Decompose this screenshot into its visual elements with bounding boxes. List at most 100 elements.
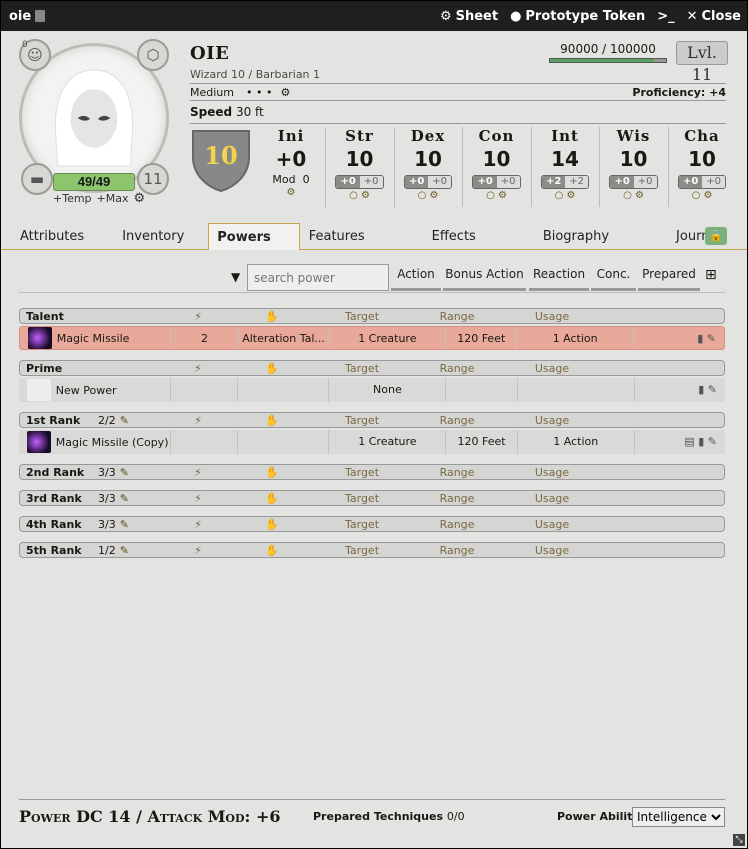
power-group-header: 5th Rank 1/2 ✎ ⚡ ✋ Target Range Usage [19,542,725,558]
gear-icon[interactable]: ⚙ [257,187,325,198]
power-row[interactable]: Magic Missile 2 Alteration Tal... 1 Creatur… [19,326,725,350]
pencil-icon[interactable]: ✎ [120,518,129,531]
save-proficiency-icon[interactable]: ○ [623,190,635,201]
tab-attributes[interactable]: Attributes [1,223,103,250]
temp-max-controls: +Temp +Max ⚙ [53,191,145,206]
tab-inventory[interactable]: Inventory [103,223,208,250]
bookmark-icon[interactable]: ▮ [698,435,708,448]
power-ability-select[interactable]: Intelligence [632,806,725,827]
character-name[interactable]: OIE [190,43,229,64]
bookmark-icon[interactable]: ▮ [697,332,707,345]
max-hp-button[interactable]: +Max [97,192,129,205]
pencil-icon[interactable]: ✎ [120,414,129,427]
close-button[interactable]: ✕ Close [687,9,741,24]
ability-save[interactable]: +0 [496,176,520,188]
tab-biography[interactable]: Biography [524,223,657,250]
ability-mod[interactable]: +0 [678,176,703,188]
dice-button[interactable]: ⬡ [137,39,169,71]
title-bar[interactable]: oie ⚙ Sheet ● Prototype Token >_ ✕ Close [1,1,747,31]
power-name[interactable]: Magic Missile [52,332,171,345]
pencil-icon[interactable]: ✎ [120,544,129,557]
power-row[interactable]: Magic Missile (Copy) 1 Creature 120 Feet 1 … [19,430,725,454]
group-uses[interactable]: 3/3 ✎ [98,466,138,479]
filter-conc-[interactable]: Conc. [591,265,636,291]
ability-mod[interactable]: +0 [610,176,634,188]
power-name[interactable]: Magic Missile (Copy) [51,436,170,449]
ability-save[interactable]: +0 [633,176,657,188]
rest-button[interactable]: ▬ [21,163,53,195]
gear-icon[interactable]: ⚙ [361,190,370,201]
save-proficiency-icon[interactable]: ○ [692,190,704,201]
ability-int[interactable]: Int 14 +2 +2 ○ ⚙ [530,127,599,207]
tab-effects[interactable]: Effects [413,223,524,250]
filter-bonus-action[interactable]: Bonus Action [443,265,526,291]
ability-mod[interactable]: +0 [336,176,360,188]
ability-cha[interactable]: Cha 10 +0 +0 ○ ⚙ [667,127,736,207]
pencil-icon[interactable]: ✎ [120,466,129,479]
armor-class[interactable]: 10 [191,127,251,193]
gear-icon[interactable]: ⚙ [566,190,575,201]
group-uses[interactable]: 1/2 ✎ [98,544,138,557]
power-school [237,430,328,454]
ability-con[interactable]: Con 10 +0 +0 ○ ⚙ [462,127,530,207]
gear-icon[interactable]: ⚙ [280,86,290,99]
temp-hp-button[interactable]: +Temp [53,192,92,205]
book-icon[interactable]: ▤ [684,435,698,448]
column-range: Range [439,413,475,427]
ability-mod[interactable]: +0 [473,176,497,188]
pencil-icon[interactable]: ✎ [120,492,129,505]
save-proficiency-icon[interactable]: ○ [555,190,567,201]
power-usage: 1 Action [516,430,634,454]
group-uses-value: 3/3 [98,517,116,531]
column-usage: Usage [534,517,570,531]
terminal-button[interactable]: >_ [657,9,674,24]
ability-str[interactable]: Str 10 +0 +0 ○ ⚙ [325,127,393,207]
power-name[interactable]: New Power [51,384,170,397]
power-ability-label: Power Ability [557,810,640,823]
search-power-input[interactable] [247,264,389,291]
group-uses[interactable]: 2/2 ✎ [98,414,138,427]
group-uses[interactable]: 3/3 ✎ [98,518,138,531]
gear-icon[interactable]: ⚙ [703,190,712,201]
group-uses[interactable]: 3/3 ✎ [98,492,138,505]
edit-icon[interactable]: ✎ [707,332,716,345]
divider [190,123,726,124]
edit-icon[interactable]: ✎ [708,435,717,448]
prototype-token-button[interactable]: ● Prototype Token [510,9,645,24]
speed-label: Speed [190,105,233,119]
ability-save[interactable]: +2 [565,176,589,188]
ability-mod[interactable]: +2 [541,176,566,188]
edit-icon[interactable]: ✎ [708,383,717,396]
ability-save[interactable]: +0 [359,176,383,188]
hp-bar[interactable]: 49/49 [53,173,135,191]
ability-save[interactable]: +0 [702,176,726,188]
gear-icon[interactable]: ⚙ [429,190,438,201]
ability-dex[interactable]: Dex 10 +0 +0 ○ ⚙ [393,127,462,207]
ability-save[interactable]: +0 [428,176,452,188]
filter-prepared[interactable]: Prepared [638,265,700,291]
ability-value: 10 [482,147,511,171]
tab-powers[interactable]: Powers [208,223,300,250]
column-usage: Usage [534,543,570,557]
grid-view-icon[interactable]: ⊞ [705,267,717,283]
bookmark-icon[interactable]: ▮ [698,383,708,396]
tab-features[interactable]: Features [300,223,413,250]
lock-icon[interactable]: 🔒 [705,227,727,245]
save-proficiency-icon[interactable]: ○ [418,190,430,201]
save-proficiency-icon[interactable]: ○ [349,190,361,201]
gear-icon[interactable]: ⚙ [635,190,644,201]
ability-mod[interactable]: +0 [404,176,429,188]
save-proficiency-icon[interactable]: ○ [486,190,498,201]
sheet-button[interactable]: ⚙ Sheet [440,9,498,24]
power-row[interactable]: New Power None ▮ ✎ [19,378,725,402]
initiative[interactable]: Ini +0 Mod 0 ⚙ [257,127,325,207]
filter-reaction[interactable]: Reaction [529,265,589,291]
filter-action[interactable]: Action [391,265,441,291]
resize-handle[interactable]: ⤡ [733,834,745,846]
gear-icon[interactable]: ⚙ [498,190,507,201]
ability-wis[interactable]: Wis 10 +0 +0 ○ ⚙ [599,127,667,207]
gear-icon[interactable]: ⚙ [134,191,146,206]
ability-value: 14 [551,147,579,171]
